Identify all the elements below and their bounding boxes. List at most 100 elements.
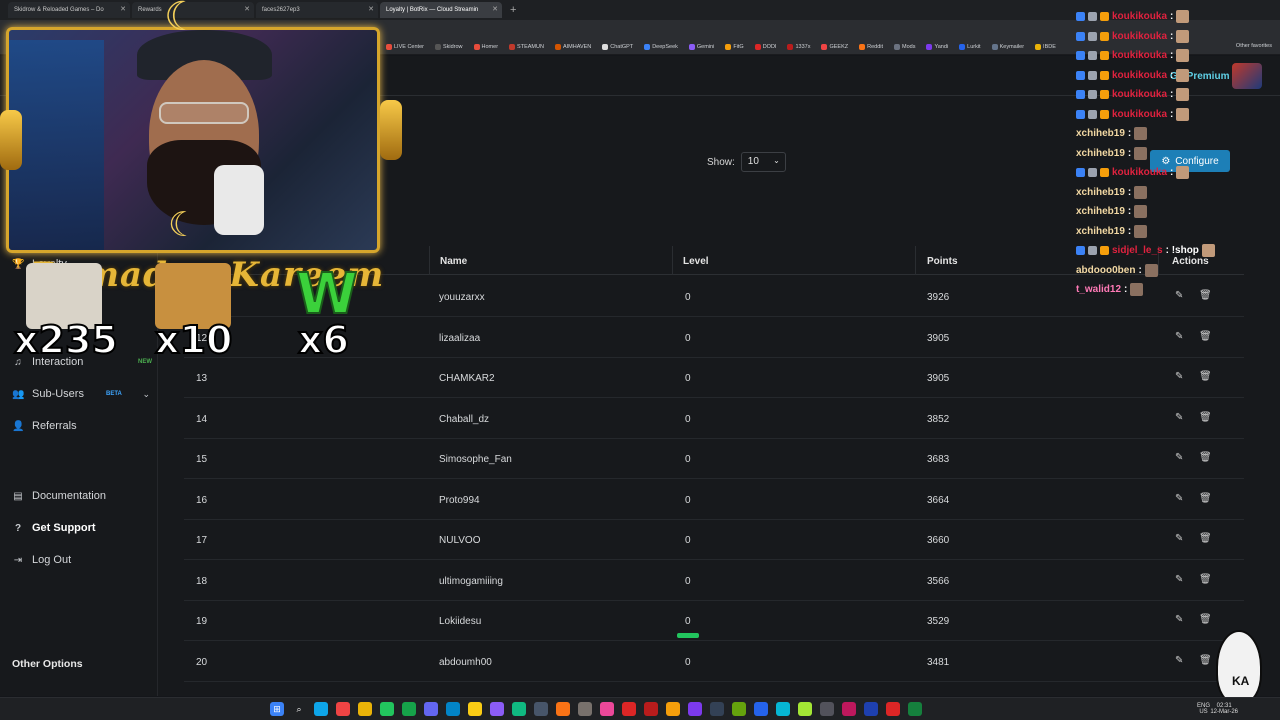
clock[interactable]: 02:31 12-Mar-26	[1210, 703, 1238, 715]
delete-icon[interactable]: 🗑	[1199, 452, 1212, 463]
app-icon[interactable]	[468, 702, 482, 716]
sidebar-item-get-support[interactable]: ? Get Support	[12, 522, 152, 534]
chat-username[interactable]: koukikouka	[1112, 31, 1167, 42]
new-tab-icon[interactable]: +	[510, 4, 516, 16]
chat-username[interactable]: xchiheb19	[1076, 187, 1125, 198]
app-icon[interactable]	[600, 702, 614, 716]
browser-tab-active[interactable]: Loyalty | BotRix — Cloud Streamin ✕	[380, 2, 502, 18]
bookmark-item[interactable]: FitG	[725, 44, 744, 50]
chat-username[interactable]: koukikouka	[1112, 109, 1167, 120]
bookmark-item[interactable]: Homer	[473, 44, 498, 50]
browser-tab[interactable]: faces2627ep3 ✕	[256, 2, 378, 18]
avatar[interactable]	[1232, 63, 1262, 89]
chat-username[interactable]: xchiheb19	[1076, 148, 1125, 159]
edit-icon[interactable]: ✎	[1175, 371, 1183, 382]
app-icon[interactable]	[644, 702, 658, 716]
delete-icon[interactable]: 🗑	[1199, 493, 1212, 504]
close-icon[interactable]: ✕	[244, 2, 250, 18]
bookmark-item[interactable]: Skidrow	[434, 44, 463, 50]
delete-icon[interactable]: 🗑	[1199, 574, 1212, 585]
app-icon[interactable]	[556, 702, 570, 716]
bookmark-item[interactable]: IBDE	[1035, 44, 1056, 50]
app-icon[interactable]	[688, 702, 702, 716]
app-icon[interactable]	[380, 702, 394, 716]
discord-icon[interactable]	[490, 702, 504, 716]
header-name[interactable]: Name	[440, 256, 467, 267]
other-favorites[interactable]: Other favorites	[1236, 43, 1272, 49]
chat-username[interactable]: koukikouka	[1112, 70, 1167, 81]
horizontal-scrollbar[interactable]	[677, 633, 699, 638]
delete-icon[interactable]: 🗑	[1199, 533, 1212, 544]
delete-icon[interactable]: 🗑	[1199, 290, 1212, 301]
edit-icon[interactable]: ✎	[1175, 412, 1183, 423]
edit-icon[interactable]: ✎	[1175, 331, 1183, 342]
app-icon[interactable]	[908, 702, 922, 716]
sidebar-item-referrals[interactable]: 👤 Referrals	[12, 420, 152, 432]
delete-icon[interactable]: 🗑	[1199, 371, 1212, 382]
chat-username[interactable]: xchiheb19	[1076, 226, 1125, 237]
sidebar-item-documentation[interactable]: ▤ Documentation	[12, 490, 152, 502]
bookmark-item[interactable]: 1337x	[787, 44, 810, 50]
sidebar-item-log-out[interactable]: ⇥ Log Out	[12, 554, 152, 566]
chrome-icon[interactable]	[512, 702, 526, 716]
app-icon[interactable]	[710, 702, 724, 716]
bookmark-item[interactable]: Reddit	[859, 44, 883, 50]
bookmark-item[interactable]: STEAMUN	[509, 44, 544, 50]
delete-icon[interactable]: 🗑	[1199, 412, 1212, 423]
app-icon[interactable]	[798, 702, 812, 716]
app-icon[interactable]	[754, 702, 768, 716]
edit-icon[interactable]: ✎	[1175, 655, 1183, 666]
chat-username[interactable]: xchiheb19	[1076, 206, 1125, 217]
bookmark-item[interactable]: Lurkit	[959, 44, 981, 50]
folder-icon[interactable]	[358, 702, 372, 716]
bookmark-item[interactable]: Gemini	[688, 44, 714, 50]
app-icon[interactable]	[732, 702, 746, 716]
app-icon[interactable]	[776, 702, 790, 716]
bookmark-item[interactable]: GEEKZ	[821, 44, 848, 50]
language-indicator[interactable]: ENG US	[1197, 703, 1210, 715]
edit-icon[interactable]: ✎	[1175, 614, 1183, 625]
chat-username[interactable]: t_walid12	[1076, 284, 1121, 295]
edit-icon[interactable]: ✎	[1175, 452, 1183, 463]
app-icon[interactable]	[578, 702, 592, 716]
bookmark-item[interactable]: DODI	[754, 44, 776, 50]
chevron-down-icon[interactable]: ⌄	[142, 389, 150, 400]
chat-username[interactable]: koukikouka	[1112, 50, 1167, 61]
browser-tab[interactable]: Skidrow & Reloaded Games – Do ✕	[8, 2, 130, 18]
page-size-select[interactable]: 10 ⌄	[740, 152, 786, 172]
chat-username[interactable]: koukikouka	[1112, 89, 1167, 100]
delete-icon[interactable]: 🗑	[1199, 331, 1212, 342]
bookmark-item[interactable]: AIMHAVEN	[554, 44, 591, 50]
header-points[interactable]: Points	[927, 256, 958, 267]
search-icon[interactable]: ⌕	[292, 702, 306, 716]
app-icon[interactable]	[622, 702, 636, 716]
app-icon[interactable]	[666, 702, 680, 716]
edge-icon[interactable]	[314, 702, 328, 716]
chat-username[interactable]: xchiheb19	[1076, 128, 1125, 139]
chat-username[interactable]: koukikouka	[1112, 11, 1167, 22]
app-icon[interactable]	[402, 702, 416, 716]
close-icon[interactable]: ✕	[368, 2, 374, 18]
bookmark-item[interactable]: ChatGPT	[602, 44, 633, 50]
telegram-icon[interactable]	[446, 702, 460, 716]
delete-icon[interactable]: 🗑	[1199, 655, 1212, 666]
app-icon[interactable]	[534, 702, 548, 716]
bookmark-item[interactable]: Keymailer	[991, 44, 1024, 50]
app-icon[interactable]	[820, 702, 834, 716]
app-icon[interactable]	[864, 702, 878, 716]
close-icon[interactable]: ✕	[492, 2, 498, 18]
start-icon[interactable]: ⊞	[270, 702, 284, 716]
header-level[interactable]: Level	[683, 256, 709, 267]
bookmark-item[interactable]: LIVE Center	[386, 44, 424, 50]
bookmark-item[interactable]: DeepSeek	[644, 44, 678, 50]
app-icon[interactable]	[424, 702, 438, 716]
app-icon[interactable]	[886, 702, 900, 716]
bookmark-item[interactable]: Yandi	[926, 44, 948, 50]
edit-icon[interactable]: ✎	[1175, 574, 1183, 585]
close-icon[interactable]: ✕	[120, 2, 126, 18]
delete-icon[interactable]: 🗑	[1199, 614, 1212, 625]
chat-username[interactable]: abdooo0ben	[1076, 265, 1135, 276]
chat-username[interactable]: koukikouka	[1112, 167, 1167, 178]
edit-icon[interactable]: ✎	[1175, 533, 1183, 544]
bookmark-item[interactable]: Mods	[894, 44, 915, 50]
